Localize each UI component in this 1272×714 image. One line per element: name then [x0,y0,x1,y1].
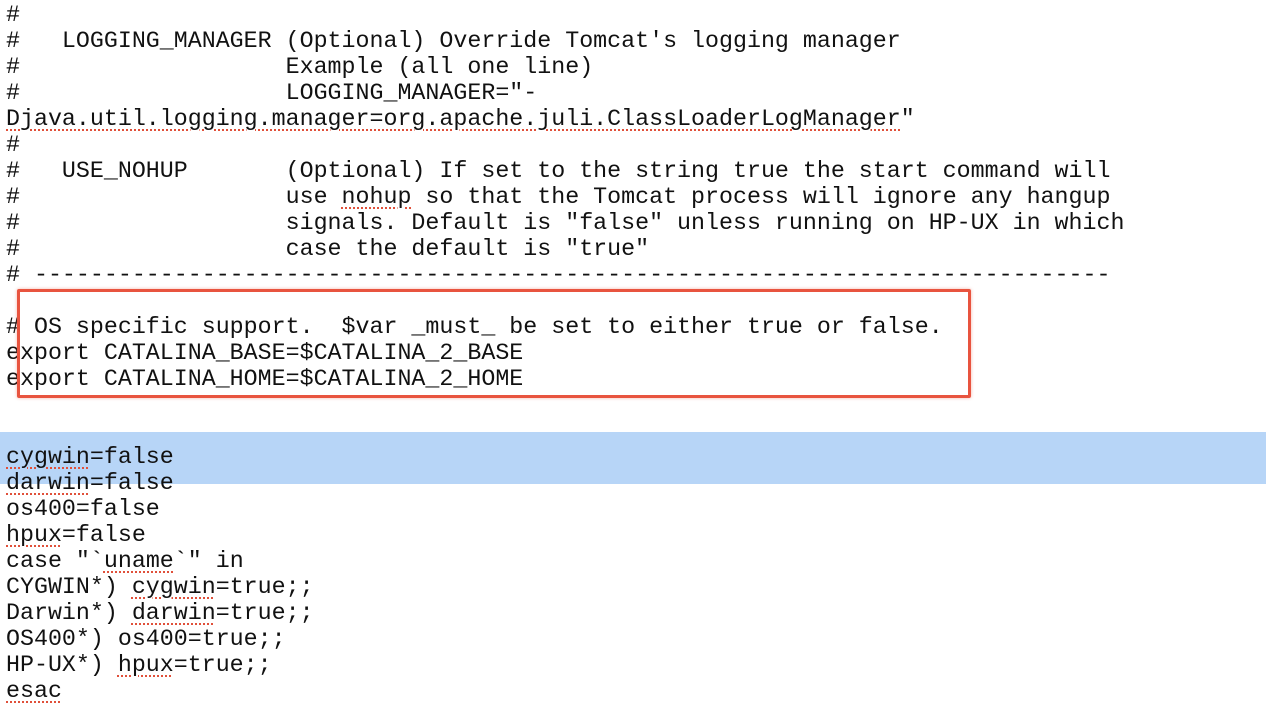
code-line: esac [6,678,62,704]
code-line: HP-UX*) hpux=true;; [6,652,272,678]
code-line: # [6,132,20,158]
code-line: Djava.util.logging.manager=org.apache.ju… [6,106,915,132]
code-line: # USE_NOHUP (Optional) If set to the str… [6,158,1111,184]
code-line: os400=false [6,496,160,522]
code-line: # case the default is "true" [6,236,650,262]
code-line: # [6,2,20,28]
code-line: hpux=false [6,522,146,548]
code-line: cygwin=false [6,444,174,470]
text-selection [0,432,1266,484]
code-line: # LOGGING_MANAGER (Optional) Override To… [6,28,901,54]
code-line: case "`uname`" in [6,548,244,574]
code-line: CYGWIN*) cygwin=true;; [6,574,314,600]
code-line: # use nohup so that the Tomcat process w… [6,184,1111,210]
code-line: # --------------------------------------… [6,262,1111,288]
code-line: export CATALINA_BASE=$CATALINA_2_BASE [6,340,524,366]
text-editor[interactable]: # # LOGGING_MANAGER (Optional) Override T… [0,0,1272,714]
code-line: # LOGGING_MANAGER="- [6,80,538,106]
code-line: Darwin*) darwin=true;; [6,600,314,626]
code-line: export CATALINA_HOME=$CATALINA_2_HOME [6,366,524,392]
code-line: OS400*) os400=true;; [6,626,286,652]
code-line: # Example (all one line) [6,54,594,80]
code-line: darwin=false [6,470,174,496]
code-line: # signals. Default is "false" unless run… [6,210,1125,236]
code-line: # OS specific support. $var _must_ be se… [6,314,943,340]
